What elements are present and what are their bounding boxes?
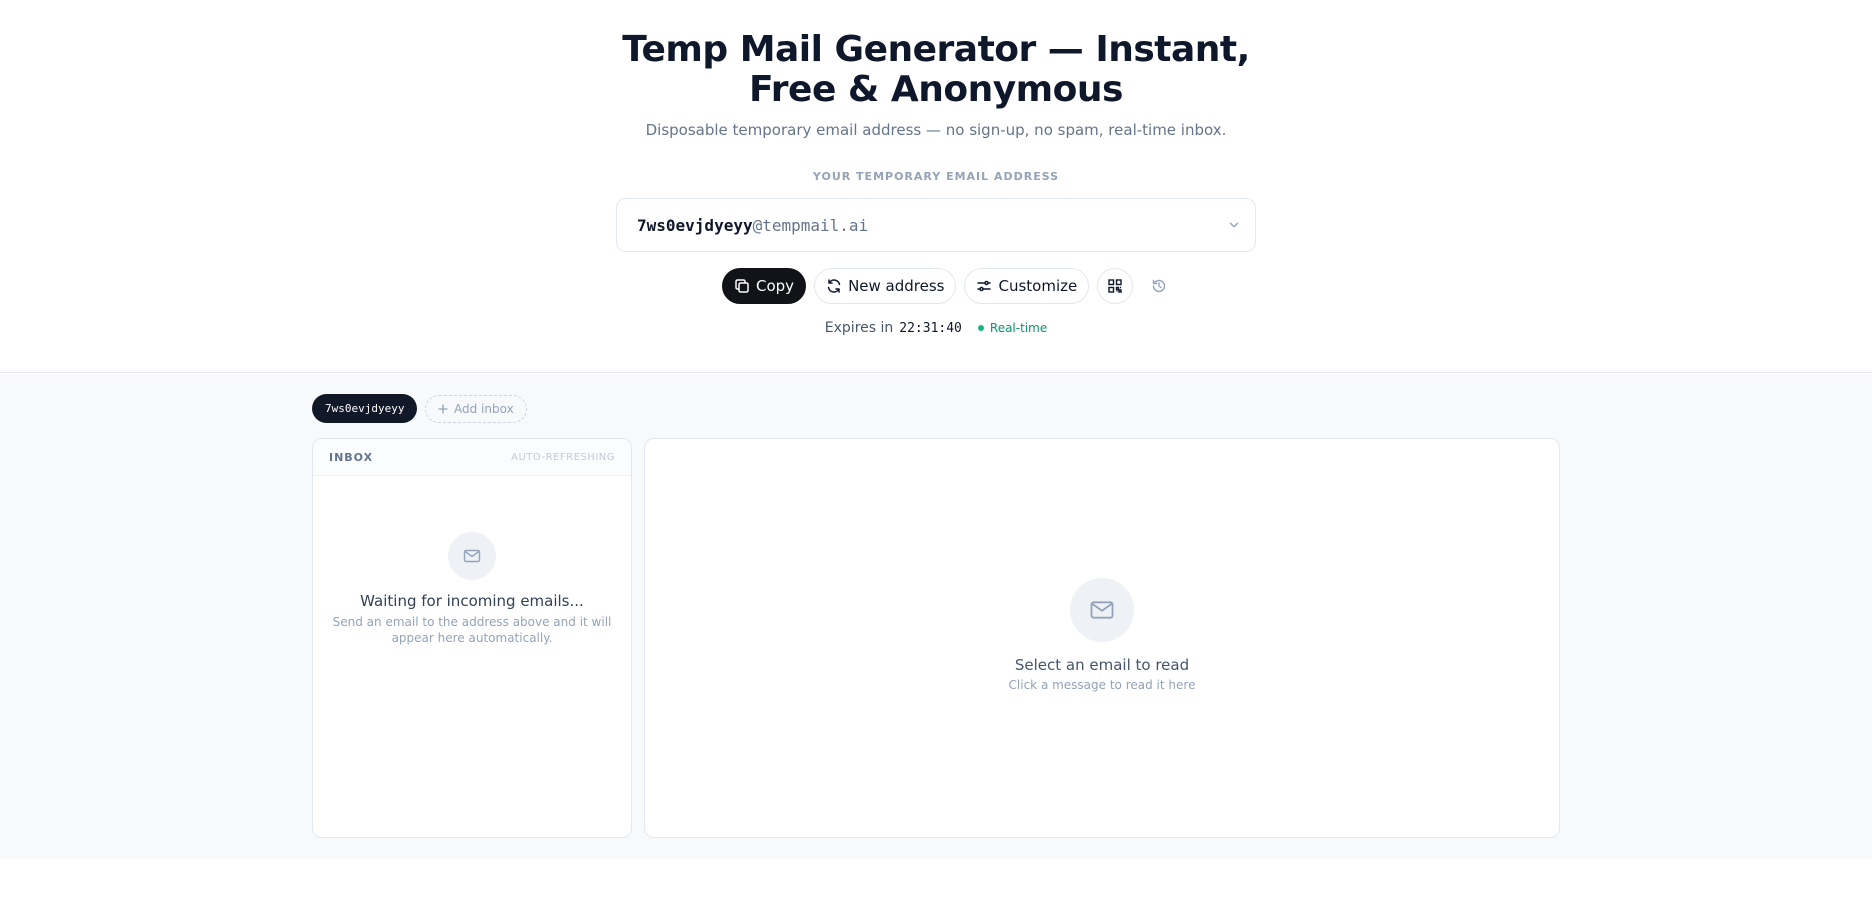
new-address-button-label: New address <box>848 277 945 295</box>
mail-icon <box>448 532 496 580</box>
realtime-label: Real-time <box>989 321 1048 335</box>
chevron-down-icon <box>1229 222 1239 228</box>
copy-button-label: Copy <box>756 277 795 295</box>
expiry-status: Expires in 22:31:40 Real-time <box>636 320 1236 336</box>
copy-button[interactable]: Copy <box>722 268 807 304</box>
new-address-button[interactable]: New address <box>814 268 957 304</box>
hero-section: Temp Mail Generator — Instant, Free & An… <box>0 0 1872 373</box>
address-actions: Copy New address Customize <box>722 268 1177 304</box>
inbox-title: INBOX <box>329 450 374 464</box>
page-title: Temp Mail Generator — Instant, Free & An… <box>622 29 1250 110</box>
inbox-header: INBOX AUTO-REFRESHING <box>313 439 631 476</box>
add-inbox-button[interactable]: Add inbox <box>425 395 527 423</box>
address-domain: @tempmail.ai <box>752 215 869 235</box>
mail-icon <box>1070 578 1134 642</box>
inbox-empty-state: Waiting for incoming emails... Send an e… <box>313 532 631 646</box>
auto-refresh-status: AUTO-REFRESHING <box>511 451 615 463</box>
page-subtitle: Disposable temporary email address — no … <box>645 121 1227 139</box>
history-icon <box>1153 279 1166 293</box>
qr-code-icon <box>1108 279 1122 293</box>
message-reader-panel: Select an email to read Click a message … <box>644 438 1560 838</box>
refresh-icon <box>827 279 841 293</box>
expiry-timer: 22:31:40 <box>899 320 962 336</box>
history-button[interactable] <box>1141 268 1177 304</box>
expires-label: Expires in <box>824 320 894 336</box>
reader-empty-state: Select an email to read Click a message … <box>645 578 1559 692</box>
reader-empty-title: Select an email to read <box>1014 656 1190 674</box>
customize-button[interactable]: Customize <box>964 268 1090 304</box>
sliders-icon <box>977 280 992 292</box>
email-address-select[interactable]: 7ws0evjdyeyy @tempmail.ai <box>616 198 1256 252</box>
inbox-tab-active[interactable]: 7ws0evjdyeyy <box>312 394 418 423</box>
customize-button-label: Customize <box>998 277 1078 295</box>
inbox-panel: INBOX AUTO-REFRESHING Waiting for incomi… <box>312 438 632 838</box>
address-local-part: 7ws0evjdyeyy <box>637 215 753 235</box>
qr-code-button[interactable] <box>1097 268 1134 304</box>
plus-icon <box>438 404 448 414</box>
reader-empty-subtitle: Click a message to read it here <box>1008 678 1196 692</box>
inbox-empty-title: Waiting for incoming emails... <box>360 592 584 610</box>
add-inbox-label: Add inbox <box>454 402 514 416</box>
realtime-dot-icon <box>977 325 984 331</box>
inbox-empty-subtitle: Send an email to the address above and i… <box>332 615 612 645</box>
copy-icon <box>735 279 749 293</box>
address-label: YOUR TEMPORARY EMAIL ADDRESS <box>812 170 1060 183</box>
